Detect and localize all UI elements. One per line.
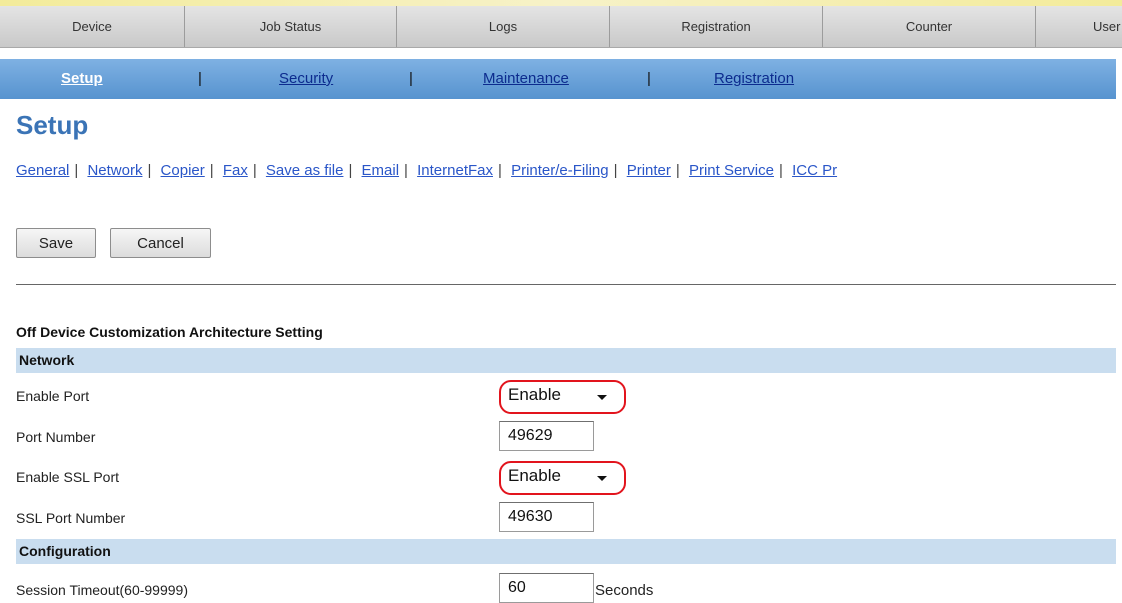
tab-job-status[interactable]: Job Status: [185, 6, 397, 47]
section-separator: |: [74, 162, 79, 179]
enable-ssl-port-value: Enable: [508, 466, 561, 485]
chevron-down-icon: [597, 395, 607, 400]
section-separator: |: [498, 162, 502, 179]
section-link-fax[interactable]: Fax: [223, 162, 248, 179]
divider: [16, 284, 1116, 285]
subnav-setup[interactable]: Setup: [61, 59, 103, 99]
section-separator: |: [348, 162, 353, 179]
subnav-registration[interactable]: Registration: [714, 59, 794, 99]
section-link-internetfax[interactable]: InternetFax: [417, 162, 493, 179]
section-separator: |: [147, 162, 152, 179]
page-title: Setup: [16, 110, 89, 140]
sub-navigation-bar: Setup | Security | Maintenance | Registr…: [0, 59, 1116, 99]
section-separator: |: [613, 162, 618, 179]
section-separator: |: [404, 162, 408, 179]
subnav-separator: |: [647, 70, 651, 87]
subnav-separator: |: [198, 70, 202, 87]
section-nav: General | Network | Copier | Fax | Save as f…: [16, 162, 837, 179]
enable-ssl-port-select[interactable]: Enable: [499, 461, 626, 495]
section-link-printer-efiling[interactable]: Printer/e-Filing: [511, 162, 609, 179]
ssl-port-number-label: SSL Port Number: [16, 510, 126, 526]
enable-port-select[interactable]: Enable: [499, 380, 626, 414]
subnav-security[interactable]: Security: [279, 59, 333, 99]
enable-port-value: Enable: [508, 385, 561, 404]
session-timeout-label: Session Timeout(60-99999): [16, 582, 188, 598]
section-link-copier[interactable]: Copier: [161, 162, 205, 179]
tab-registration[interactable]: Registration: [610, 6, 823, 47]
tab-counter[interactable]: Counter: [823, 6, 1036, 47]
tab-logs[interactable]: Logs: [397, 6, 610, 47]
save-button[interactable]: Save: [16, 228, 96, 258]
chevron-down-icon: [597, 476, 607, 481]
port-number-input[interactable]: [499, 421, 594, 451]
top-tab-bar: Device Job Status Logs Registration Coun…: [0, 0, 1122, 48]
enable-port-label: Enable Port: [16, 388, 90, 404]
subnav-maintenance[interactable]: Maintenance: [483, 59, 569, 99]
section-separator: |: [675, 162, 680, 179]
section-link-save-as-file[interactable]: Save as file: [266, 162, 344, 179]
section-link-network[interactable]: Network: [87, 162, 142, 179]
section-link-print-service[interactable]: Print Service: [689, 162, 774, 179]
section-separator: |: [778, 162, 783, 179]
tab-user[interactable]: User I: [1036, 6, 1122, 47]
enable-ssl-port-label: Enable SSL Port: [16, 469, 119, 485]
configuration-section-header: Configuration: [16, 539, 1116, 564]
section-link-general[interactable]: General: [16, 162, 69, 179]
session-timeout-unit: Seconds: [595, 582, 654, 599]
section-link-email[interactable]: Email: [362, 162, 400, 179]
section-separator: |: [252, 162, 257, 179]
section-separator: |: [209, 162, 214, 179]
network-section-header: Network: [16, 348, 1116, 373]
port-number-label: Port Number: [16, 429, 96, 445]
ssl-port-number-input[interactable]: [499, 502, 594, 532]
subnav-separator: |: [409, 70, 413, 87]
section-link-printer[interactable]: Printer: [627, 162, 671, 179]
form-title: Off Device Customization Architecture Se…: [16, 324, 323, 340]
cancel-button[interactable]: Cancel: [110, 228, 211, 258]
section-link-icc-profile[interactable]: ICC Pr: [792, 162, 837, 179]
tab-device[interactable]: Device: [0, 6, 185, 47]
